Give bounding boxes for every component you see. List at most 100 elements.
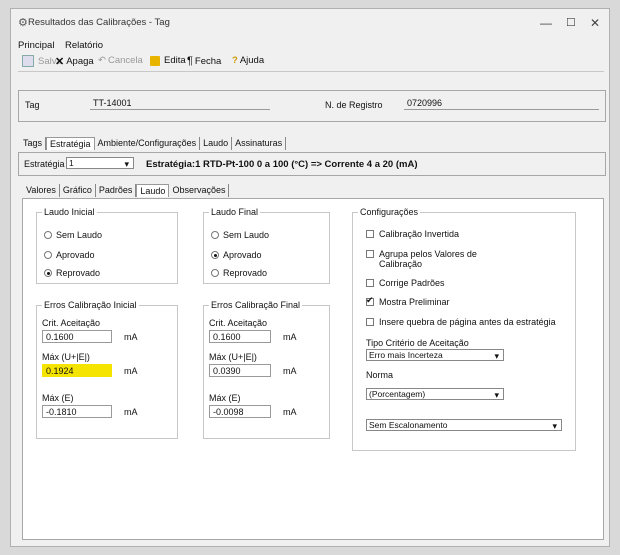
radio-dot (211, 269, 219, 277)
checkbox (366, 279, 374, 287)
edit-icon (150, 55, 160, 66)
close-button[interactable]: ✕ (590, 16, 600, 30)
check-label: Agrupa pelos Valores de Calibração (379, 249, 477, 269)
check-corrige-padroes[interactable]: Corrige Padrões (366, 278, 445, 288)
radio-dot (211, 231, 219, 239)
toolbar-divider (18, 71, 604, 72)
inicial-crit-label: Crit. Aceitação (42, 318, 101, 328)
final-crit-label: Crit. Aceitação (209, 318, 268, 328)
tab-ambiente[interactable]: Ambiente/Configurações (95, 137, 201, 150)
check-mostra-preliminar[interactable]: Mostra Preliminar (366, 295, 450, 307)
main-tabs: Tags Estratégia Ambiente/Configurações L… (20, 137, 287, 150)
edita-button[interactable]: Edita (150, 55, 186, 66)
chevron-down-icon: ▾ (124, 159, 129, 169)
checkbox (366, 230, 374, 238)
norma-select-value: (Porcentagem) (369, 389, 426, 399)
final-crit-field[interactable]: 0.1600 (209, 330, 271, 343)
criterio-select[interactable]: Erro mais Incerteza ▾ (366, 349, 504, 361)
delete-icon: ✕ (55, 56, 65, 68)
strategy-label: Estratégia (24, 159, 65, 169)
tab-valores[interactable]: Valores (23, 184, 60, 197)
app-icon: ⚙ (18, 17, 28, 29)
registro-label: N. de Registro (325, 100, 383, 110)
save-icon (22, 55, 34, 67)
criterio-label: Tipo Critério de Aceitação (366, 338, 469, 348)
radio-label: Reprovado (56, 268, 101, 278)
inicial-crit-field[interactable]: 0.1600 (42, 330, 112, 343)
chevron-down-icon: ▾ (494, 390, 499, 400)
check-quebra-pagina[interactable]: Insere quebra de página antes da estraté… (366, 317, 556, 327)
apaga-label: Apaga (66, 56, 94, 67)
checkbox (366, 295, 374, 306)
escalonamento-select-value: Sem Escalonamento (369, 420, 448, 430)
ajuda-label: Ajuda (239, 55, 265, 66)
menu-principal[interactable]: Principal (18, 40, 54, 51)
apaga-button[interactable]: ✕ Apaga (55, 55, 94, 68)
fecha-button[interactable]: ¶ Fecha (187, 55, 221, 67)
final-max-ue-unit: mA (283, 366, 297, 376)
final-max-ue-label: Máx (U+|E|) (209, 352, 257, 362)
final-max-e-unit: mA (283, 407, 297, 417)
chevron-down-icon: ▾ (494, 351, 499, 361)
radio-label: Sem Laudo (56, 230, 103, 240)
check-calibracao-invertida[interactable]: Calibração Invertida (366, 229, 459, 239)
ajuda-button[interactable]: ? Ajuda (232, 55, 264, 66)
inicial-max-e-field[interactable]: -0.1810 (42, 405, 112, 418)
inicial-max-ue-label: Máx (U+|E|) (42, 352, 90, 362)
chevron-down-icon: ▾ (552, 421, 557, 431)
edita-label: Edita (164, 55, 186, 66)
radio-label: Sem Laudo (223, 230, 270, 240)
final-max-e-label: Máx (E) (209, 393, 241, 403)
laudo-inicial-title: Laudo Inicial (42, 207, 97, 217)
inicial-max-e-unit: mA (124, 407, 138, 417)
checkbox (366, 250, 374, 258)
inicial-max-ue-field[interactable]: 0.1924 (42, 364, 112, 377)
norma-select[interactable]: (Porcentagem) ▾ (366, 388, 504, 400)
tab-assinaturas[interactable]: Assinaturas (232, 137, 287, 150)
tab-tags[interactable]: Tags (20, 137, 47, 150)
radio-dot (44, 231, 52, 239)
radio-inicial-reprovado[interactable]: Reprovado (44, 268, 100, 278)
tab-observacoes[interactable]: Observações (169, 184, 230, 197)
maximize-button[interactable]: ☐ (566, 16, 576, 29)
check-agrupa[interactable]: Agrupa pelos Valores de Calibração (366, 249, 496, 269)
registro-field[interactable]: 0720996 (404, 97, 599, 110)
final-crit-unit: mA (283, 332, 297, 342)
final-max-ue-field[interactable]: 0.0390 (209, 364, 271, 377)
radio-final-aprovado[interactable]: Aprovado (211, 250, 262, 260)
tab-sub-laudo[interactable]: Laudo (136, 184, 170, 197)
inicial-crit-unit: mA (124, 332, 138, 342)
strategy-select[interactable]: 1 ▾ (66, 157, 134, 169)
undo-icon: ↶ (98, 55, 106, 66)
tag-field[interactable]: TT-14001 (90, 97, 270, 110)
escalonamento-select[interactable]: Sem Escalonamento ▾ (366, 419, 562, 431)
norma-label: Norma (366, 370, 394, 380)
laudo-final-title: Laudo Final (209, 207, 261, 217)
tab-padroes[interactable]: Padrões (96, 184, 137, 197)
radio-inicial-aprovado[interactable]: Aprovado (44, 250, 95, 260)
erros-final-title: Erros Calibração Final (209, 300, 303, 310)
inicial-max-e-label: Máx (E) (42, 393, 74, 403)
check-label: Corrige Padrões (379, 278, 445, 288)
fecha-label: Fecha (194, 55, 222, 67)
radio-final-sem-laudo[interactable]: Sem Laudo (211, 230, 269, 240)
minimize-button[interactable]: — (540, 16, 552, 30)
tab-laudo[interactable]: Laudo (200, 137, 233, 150)
erros-inicial-title: Erros Calibração Inicial (42, 300, 139, 310)
tab-estrategia[interactable]: Estratégia (46, 137, 95, 150)
menu-relatorio[interactable]: Relatório (65, 40, 103, 51)
radio-final-reprovado[interactable]: Reprovado (211, 268, 267, 278)
cancela-button[interactable]: ↶ Cancela (98, 55, 143, 66)
configuracoes-title: Configurações (358, 207, 421, 217)
strategy-select-value: 1 (69, 158, 74, 168)
radio-label: Aprovado (56, 250, 95, 260)
radio-dot (44, 269, 52, 277)
check-label: Mostra Preliminar (379, 297, 450, 307)
final-max-e-field[interactable]: -0.0098 (209, 405, 271, 418)
tag-label: Tag (25, 100, 40, 110)
window-title: Resultados das Calibrações - Tag (28, 17, 170, 28)
criterio-select-value: Erro mais Incerteza (369, 350, 443, 360)
radio-inicial-sem-laudo[interactable]: Sem Laudo (44, 230, 102, 240)
radio-dot (44, 251, 52, 259)
tab-grafico[interactable]: Gráfico (60, 184, 96, 197)
